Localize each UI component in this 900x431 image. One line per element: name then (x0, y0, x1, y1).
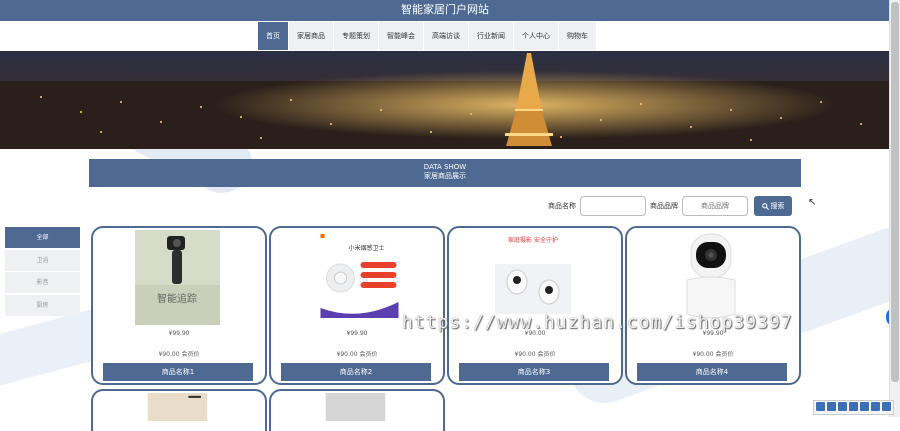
tray-icon[interactable] (827, 402, 836, 411)
product-card[interactable]: 小米烟感卫士 ¥99.90 ¥90.00 会员价 商品名称2 (269, 226, 445, 385)
product-member-price: ¥90.00 会员价 (692, 351, 734, 358)
nav-item-products[interactable]: 家居商品 (289, 22, 333, 50)
category-all[interactable]: 全部 (5, 227, 80, 248)
product-member-price: ¥90.00 会员价 (336, 351, 378, 358)
tray-icon[interactable] (882, 402, 891, 411)
hero-banner (0, 51, 890, 149)
product-card[interactable]: 智能追踪 ¥99.90 ¥90.00 会员价 商品名称1 (91, 226, 267, 385)
scrollbar-thumb[interactable] (891, 2, 899, 382)
section-title-en: DATA SHOW (423, 163, 467, 171)
category-list: 全部 卫浴 影音 厨房 (5, 227, 80, 317)
product-card[interactable] (91, 389, 267, 431)
nav-item-interviews[interactable]: 高端访谈 (424, 22, 468, 50)
category-kitchen[interactable]: 厨房 (5, 294, 80, 316)
nav-item-summit[interactable]: 智能峰会 (379, 22, 423, 50)
product-price: ¥99.90 (168, 330, 190, 337)
tray-icon[interactable] (816, 402, 825, 411)
product-name[interactable]: 商品名称4 (637, 363, 787, 381)
mouse-cursor-icon: ↖ (808, 197, 817, 208)
product-name[interactable]: 商品名称2 (281, 363, 431, 381)
product-member-price: ¥90.00 会员价 (514, 351, 556, 358)
tray-icon[interactable] (838, 402, 847, 411)
nav-item-profile[interactable]: 个人中心 (514, 22, 558, 50)
nav-item-topics[interactable]: 专题策划 (334, 22, 378, 50)
category-bathroom[interactable]: 卫浴 (5, 249, 80, 271)
search-button[interactable]: 搜索 (754, 196, 792, 216)
product-name[interactable]: 商品名称1 (103, 363, 253, 381)
product-brand-input[interactable] (682, 196, 748, 216)
product-member-price: ¥90.00 会员价 (158, 351, 200, 358)
product-name[interactable]: 商品名称3 (459, 363, 609, 381)
city-night-image (0, 51, 890, 149)
site-title: 智能家居门户网站 (401, 3, 489, 16)
system-tray (813, 400, 894, 415)
section-title: DATA SHOW 家居商品展示 (89, 159, 801, 187)
tray-icon[interactable] (849, 402, 858, 411)
product-card[interactable]: ¥99.90 ¥90.00 会员价 商品名称4 (625, 226, 801, 385)
tray-icon[interactable] (871, 402, 880, 411)
watermark-text: https://www.huzhan.com/ishop39397 (402, 312, 793, 333)
svg-text:小米烟感卫士: 小米烟感卫士 (348, 244, 384, 252)
name-label: 商品名称 (548, 202, 576, 210)
svg-text:家庭摄影 安全守护: 家庭摄影 安全守护 (508, 236, 558, 244)
product-image: 小米烟感卫士 (316, 230, 402, 325)
nav-item-news[interactable]: 行业新闻 (469, 22, 513, 50)
product-image: 智能追踪 (135, 230, 220, 325)
section-title-cn: 家居商品展示 (424, 172, 466, 180)
tray-icon[interactable] (860, 402, 869, 411)
main-nav: 首页 家居商品 专题策划 智能峰会 高端访谈 行业新闻 个人中心 购物车 (258, 22, 597, 50)
product-card[interactable]: 家庭摄影 安全守护 ¥90.00 ¥90.00 会员价 商品名称3 (447, 226, 623, 385)
search-icon (761, 202, 769, 210)
site-header: 智能家居门户网站 (0, 0, 890, 21)
nav-item-home[interactable]: 首页 (258, 22, 288, 50)
svg-text:智能追踪: 智能追踪 (157, 292, 197, 305)
product-name-input[interactable] (580, 196, 646, 216)
product-card[interactable] (269, 389, 445, 431)
brand-label: 商品品牌 (650, 202, 678, 210)
search-button-label: 搜索 (770, 202, 785, 210)
search-bar: 商品名称 商品品牌 搜索 (548, 195, 792, 217)
nav-item-cart[interactable]: 购物车 (559, 22, 596, 50)
product-image (669, 230, 754, 325)
product-image: 家庭摄影 安全守护 (491, 230, 576, 325)
category-audio-video[interactable]: 影音 (5, 272, 80, 293)
page-scrollbar[interactable] (889, 0, 900, 417)
